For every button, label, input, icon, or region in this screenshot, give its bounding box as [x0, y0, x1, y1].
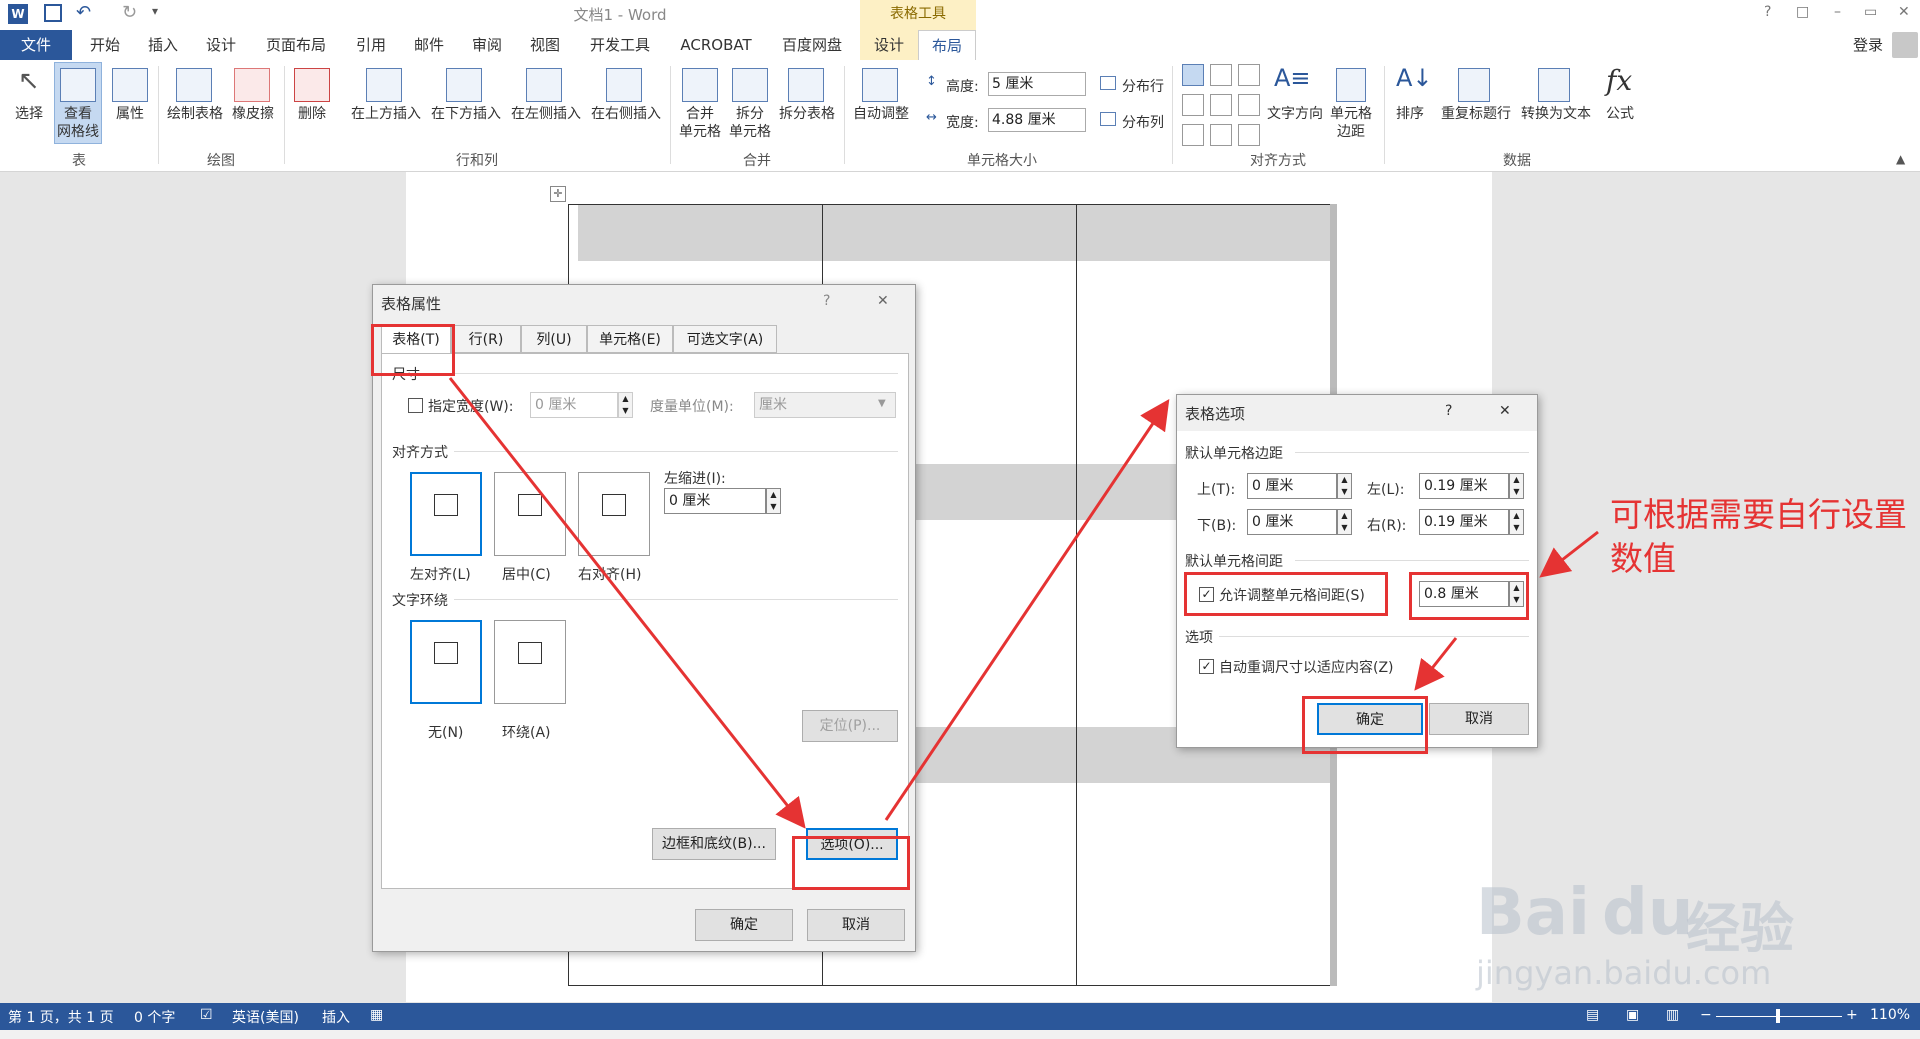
print-layout-icon[interactable]: ▣ — [1626, 1007, 1639, 1023]
annotation-line-2: 数值 — [1610, 539, 1676, 578]
word-count[interactable]: 0 个字 — [134, 1007, 175, 1027]
taskbar-strip — [0, 1030, 1920, 1039]
language[interactable]: 英语(美国) — [232, 1007, 299, 1027]
zoom-slider-thumb[interactable] — [1776, 1009, 1780, 1023]
watermark-url: jingyan.baidu.com — [1476, 954, 1772, 992]
page-count[interactable]: 第 1 页，共 1 页 — [8, 1007, 114, 1027]
arrow-to-spacing — [1539, 530, 1599, 578]
zoom-out-icon[interactable]: − — [1700, 1007, 1712, 1023]
annotation-line-1: 可根据需要自行设置 — [1610, 495, 1907, 534]
proofing-icon[interactable]: ☑ — [200, 1007, 213, 1023]
arrow-to-ok — [1414, 637, 1458, 691]
status-bar: 第 1 页，共 1 页 0 个字 ☑ 英语(美国) 插入 ▦ ▤ ▣ ▥ − +… — [0, 1003, 1920, 1030]
arrow-to-table-options — [884, 399, 1170, 821]
watermark-brand: 经验 — [1686, 897, 1794, 960]
web-layout-icon[interactable]: ▥ — [1666, 1007, 1679, 1023]
macro-icon[interactable]: ▦ — [370, 1007, 383, 1023]
watermark-logo: Bai — [1476, 876, 1590, 950]
read-mode-icon[interactable]: ▤ — [1586, 1007, 1599, 1023]
zoom-in-icon[interactable]: + — [1846, 1007, 1858, 1023]
insert-mode[interactable]: 插入 — [322, 1007, 350, 1027]
zoom-level[interactable]: 110% — [1870, 1007, 1910, 1023]
watermark-logo-2: du — [1602, 876, 1694, 950]
arrow-to-options — [448, 377, 806, 829]
